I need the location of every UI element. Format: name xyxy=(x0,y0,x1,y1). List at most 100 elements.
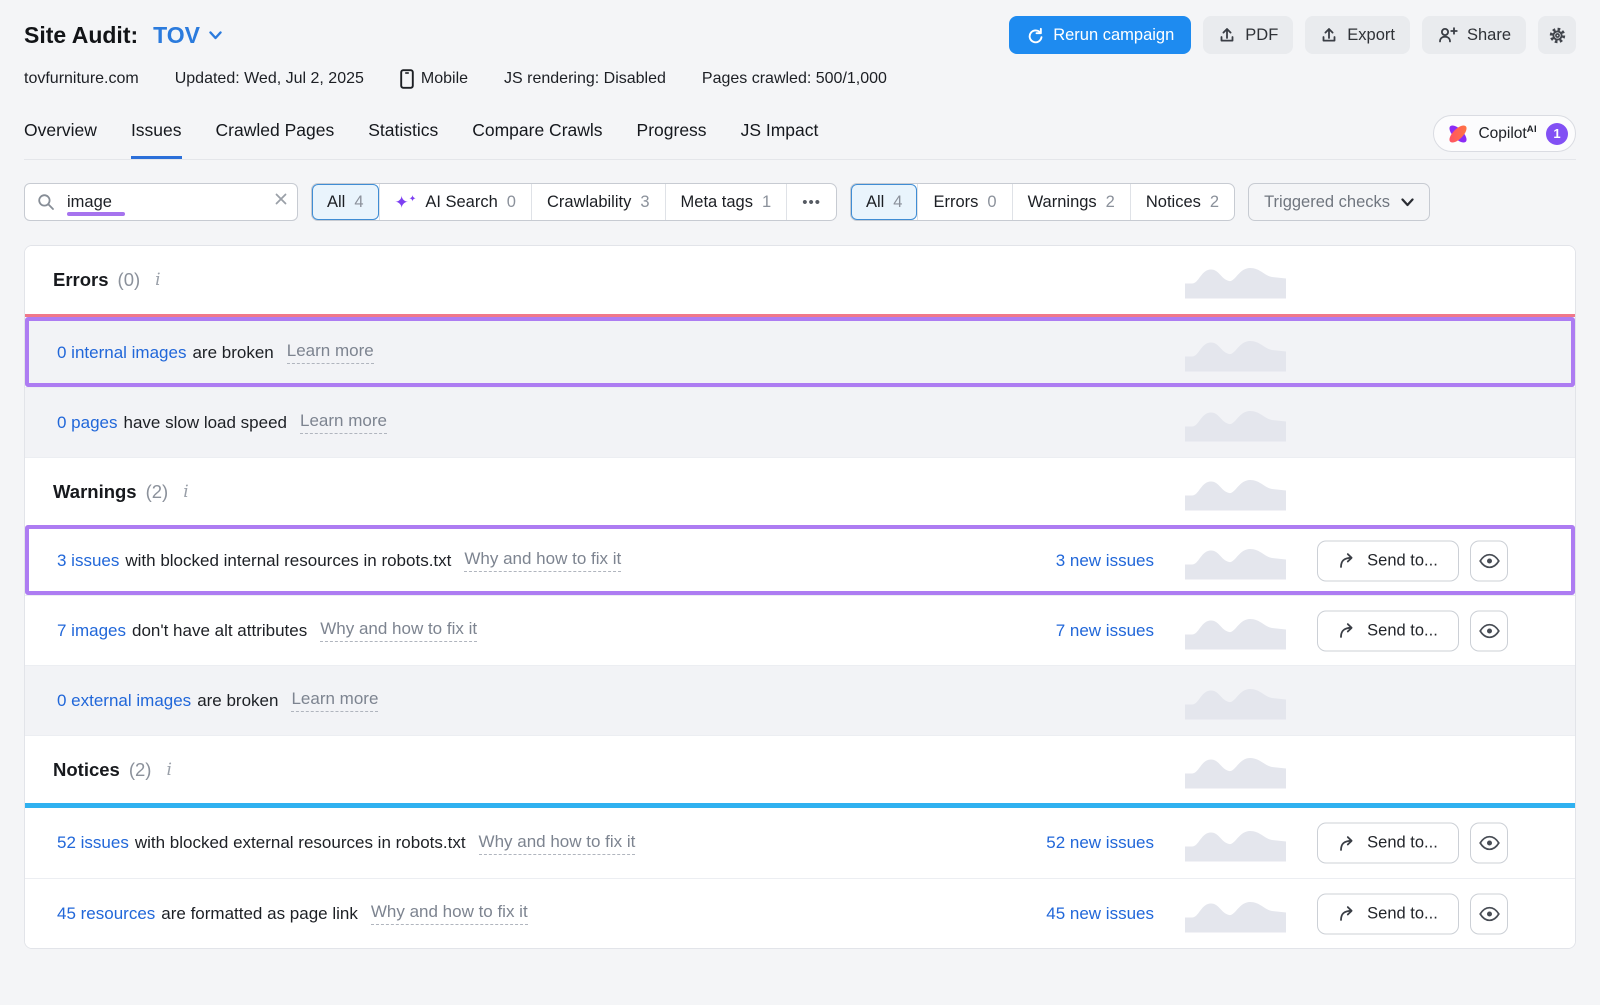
trend-sparkline xyxy=(1185,262,1286,299)
send-to-button[interactable]: Send to... xyxy=(1317,893,1459,934)
settings-button[interactable] xyxy=(1538,16,1576,54)
upload-icon xyxy=(1320,26,1338,44)
tab-crawled-pages[interactable]: Crawled Pages xyxy=(216,120,335,159)
tab-overview[interactable]: Overview xyxy=(24,120,97,159)
eye-icon xyxy=(1479,623,1500,638)
issue-count-link[interactable]: 45 resources xyxy=(57,904,155,924)
why-how-fix-link[interactable]: Why and how to fix it xyxy=(479,832,636,855)
filter-ai-search[interactable]: ✦✦ AI Search 0 xyxy=(379,184,531,220)
trend-sparkline xyxy=(1185,612,1286,649)
triggered-checks-dropdown[interactable]: Triggered checks xyxy=(1248,183,1430,221)
why-how-fix-link[interactable]: Why and how to fix it xyxy=(371,902,528,925)
issues-panel: Errors (0) i 0 internal images are broke… xyxy=(24,245,1576,949)
share-button[interactable]: Share xyxy=(1422,16,1526,54)
new-issues-link[interactable]: 45 new issues xyxy=(1046,904,1154,924)
trend-sparkline xyxy=(1185,404,1286,441)
site-audit-page: Site Audit: TOV Rerun campaign PDF xyxy=(0,0,1600,949)
info-icon[interactable]: i xyxy=(166,760,171,780)
section-header-notices: Notices (2) i xyxy=(25,735,1575,803)
top-bar: Site Audit: TOV Rerun campaign PDF xyxy=(24,16,1576,54)
learn-more-link[interactable]: Learn more xyxy=(287,341,374,364)
why-how-fix-link[interactable]: Why and how to fix it xyxy=(320,619,477,642)
issue-row-internal-images-broken: 0 internal images are broken Learn more xyxy=(25,317,1575,387)
chevron-down-icon xyxy=(209,31,222,40)
export-button[interactable]: Export xyxy=(1305,16,1410,54)
trend-sparkline xyxy=(1185,473,1286,510)
more-categories-icon[interactable]: ••• xyxy=(786,184,836,220)
forward-arrow-icon xyxy=(1338,553,1357,569)
filter-crawlability[interactable]: Crawlability 3 xyxy=(531,184,665,220)
trend-sparkline xyxy=(1185,895,1286,932)
campaign-name: TOV xyxy=(153,22,200,49)
campaign-meta: tovfurniture.com Updated: Wed, Jul 2, 20… xyxy=(24,69,1576,89)
updated-label: Updated: Wed, Jul 2, 2025 xyxy=(175,70,364,88)
filter-notices[interactable]: Notices 2 xyxy=(1130,184,1234,220)
forward-arrow-icon xyxy=(1338,906,1357,922)
tab-issues[interactable]: Issues xyxy=(131,120,182,159)
filter-warnings[interactable]: Warnings 2 xyxy=(1012,184,1130,220)
forward-arrow-icon xyxy=(1338,623,1357,639)
clear-search-icon[interactable] xyxy=(274,192,288,206)
trend-sparkline xyxy=(1185,334,1286,371)
campaign-selector[interactable]: TOV xyxy=(153,22,222,49)
js-rendering-label: JS rendering: Disabled xyxy=(504,70,666,88)
trend-sparkline xyxy=(1185,825,1286,862)
issue-count-link[interactable]: 0 internal images xyxy=(57,343,186,363)
issue-row-resources-page-link: 45 resources are formatted as page link … xyxy=(25,878,1575,948)
issue-count-link[interactable]: 7 images xyxy=(57,621,126,641)
mobile-phone-icon xyxy=(400,69,414,89)
issue-count-link[interactable]: 0 pages xyxy=(57,413,118,433)
tabs: Overview Issues Crawled Pages Statistics… xyxy=(24,120,818,159)
search-input[interactable] xyxy=(24,183,298,221)
filter-all-categories[interactable]: All 4 xyxy=(312,184,379,220)
new-issues-link[interactable]: 52 new issues xyxy=(1046,833,1154,853)
new-issues-link[interactable]: 7 new issues xyxy=(1056,621,1154,641)
add-user-icon xyxy=(1437,26,1458,44)
refresh-icon xyxy=(1026,26,1044,44)
pdf-button[interactable]: PDF xyxy=(1203,16,1293,54)
domain-label: tovfurniture.com xyxy=(24,70,139,88)
hide-issue-button[interactable] xyxy=(1470,893,1508,934)
eye-icon xyxy=(1479,836,1500,851)
send-to-button[interactable]: Send to... xyxy=(1317,610,1459,651)
device-label: Mobile xyxy=(400,69,468,89)
issue-row-missing-alt-attributes: 7 images don't have alt attributes Why a… xyxy=(25,595,1575,665)
gear-icon xyxy=(1547,25,1568,46)
eye-icon xyxy=(1479,553,1500,568)
hide-issue-button[interactable] xyxy=(1470,823,1508,864)
tab-js-impact[interactable]: JS Impact xyxy=(741,120,819,159)
forward-arrow-icon xyxy=(1338,835,1357,851)
issue-count-link[interactable]: 0 external images xyxy=(57,691,191,711)
sparkle-icon: ✦✦ xyxy=(395,194,417,211)
filters-bar: All 4 ✦✦ AI Search 0 Crawlability 3 Meta… xyxy=(24,183,1576,221)
new-issues-link[interactable]: 3 new issues xyxy=(1056,551,1154,571)
send-to-button[interactable]: Send to... xyxy=(1317,540,1459,581)
issue-count-link[interactable]: 52 issues xyxy=(57,833,129,853)
copilot-button[interactable]: CopilotAI 1 xyxy=(1433,115,1576,152)
issue-row-external-images-broken: 0 external images are broken Learn more xyxy=(25,665,1575,735)
tabs-bar: Overview Issues Crawled Pages Statistics… xyxy=(24,115,1576,160)
tab-statistics[interactable]: Statistics xyxy=(368,120,438,159)
why-how-fix-link[interactable]: Why and how to fix it xyxy=(464,549,621,572)
info-icon[interactable]: i xyxy=(155,270,160,290)
send-to-button[interactable]: Send to... xyxy=(1317,823,1459,864)
learn-more-link[interactable]: Learn more xyxy=(300,411,387,434)
hide-issue-button[interactable] xyxy=(1470,610,1508,651)
copilot-count-badge: 1 xyxy=(1546,123,1568,145)
filter-meta-tags[interactable]: Meta tags 1 xyxy=(665,184,787,220)
filter-all-severities[interactable]: All 4 xyxy=(851,184,918,220)
issue-row-slow-load-speed: 0 pages have slow load speed Learn more xyxy=(25,387,1575,457)
rerun-campaign-button[interactable]: Rerun campaign xyxy=(1009,16,1191,54)
filter-errors[interactable]: Errors 0 xyxy=(917,184,1011,220)
tab-progress[interactable]: Progress xyxy=(637,120,707,159)
copilot-logo-icon xyxy=(1447,123,1469,145)
learn-more-link[interactable]: Learn more xyxy=(291,689,378,712)
issue-search xyxy=(24,183,298,221)
issue-count-link[interactable]: 3 issues xyxy=(57,551,119,571)
severity-filter-group: All 4 Errors 0 Warnings 2 Notices 2 xyxy=(850,183,1235,221)
info-icon[interactable]: i xyxy=(183,482,188,502)
hide-issue-button[interactable] xyxy=(1470,540,1508,581)
tab-compare-crawls[interactable]: Compare Crawls xyxy=(472,120,602,159)
upload-icon xyxy=(1218,26,1236,44)
search-icon xyxy=(37,193,55,211)
